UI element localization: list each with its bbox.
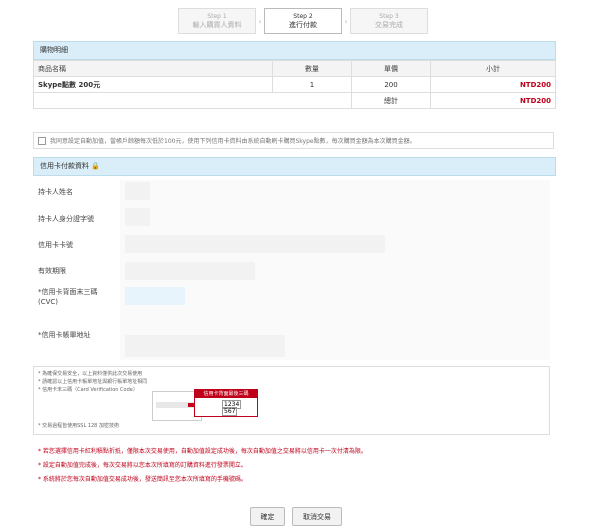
- product-qty: 1: [272, 76, 352, 93]
- card-number-input[interactable]: [125, 235, 385, 253]
- total-row: 總計 NTD200: [33, 92, 556, 109]
- column-header-qty: 數量: [272, 60, 352, 77]
- billing-address-input[interactable]: [125, 335, 285, 357]
- column-header-price: 單價: [351, 60, 431, 77]
- label-cvc: *信用卡背面末三碼: [38, 288, 98, 296]
- note-line: * 信用卡末三碼（Card Verification Code）: [38, 387, 138, 393]
- column-header-name: 商品名稱: [33, 60, 273, 77]
- step-indicator: Step 1 輸入購買人資料 › Step 2 進行付款 › Step 3 交易…: [178, 8, 428, 34]
- product-name: Skype點數 200元: [33, 76, 273, 93]
- cardholder-name-input[interactable]: [125, 182, 150, 200]
- cvc-digits-code: 567: [222, 407, 238, 416]
- note-line: * 交易過程皆使用SSL 128 加密技術: [38, 423, 119, 429]
- card-section-title-text: 信用卡付款資料: [40, 162, 89, 170]
- step-3-number: Step 3: [379, 13, 399, 20]
- card-section: 信用卡付款資料 🔒: [33, 157, 556, 176]
- card-section-title: 信用卡付款資料 🔒: [33, 157, 556, 176]
- cart-section: 購物明細 商品名稱 數量 單價 小計 Skype點數 200元 1 200 NT…: [33, 41, 556, 109]
- warning-line: * 設定自動加值完成後，每次交易將以您本次所填寫的訂購資料進行發票開立。: [38, 462, 247, 469]
- label-cardholder-id: 持卡人身分證字號: [38, 215, 94, 223]
- total-label: 總計: [351, 92, 431, 109]
- confirm-button[interactable]: 確定: [250, 507, 285, 526]
- product-price: 200: [351, 76, 431, 93]
- expiry-input[interactable]: [125, 262, 255, 280]
- product-subtotal: NTD200: [430, 76, 556, 93]
- consent-checkbox[interactable]: [38, 136, 46, 145]
- step-2-title: 進行付款: [289, 21, 317, 29]
- table-row: Skype點數 200元 1 200 NTD200: [33, 76, 556, 93]
- label-expiry: 有效期限: [38, 267, 66, 275]
- note-line: * 請確認以上信用卡帳單地址與銀行帳單地址相同: [38, 379, 148, 385]
- label-billing-address: *信用卡帳單地址: [38, 331, 91, 339]
- chevron-right-icon: ›: [344, 16, 348, 26]
- step-1-title: 輸入購買人資料: [192, 21, 242, 29]
- warning-line: * 若您選擇信用卡紅利積點折抵，僅限本次交易使用，自動加值設定成功後，每次自動加…: [38, 448, 367, 455]
- column-header-subtotal: 小計: [430, 60, 556, 77]
- cvc-callout-title: 信用卡背面最後三碼: [195, 390, 257, 398]
- step-1: Step 1 輸入購買人資料: [178, 8, 256, 34]
- cart-title: 購物明細: [33, 41, 556, 60]
- step-2: Step 2 進行付款: [264, 8, 342, 34]
- consent-text: 我同意設定自動加值，當帳戶餘額每次低於100元，使用下列信用卡資料由系統自動刷卡…: [50, 138, 416, 145]
- cvc-callout: 信用卡背面最後三碼 1234 567: [194, 389, 258, 417]
- lock-icon: 🔒: [91, 162, 100, 170]
- chevron-right-icon: ›: [258, 16, 262, 26]
- step-2-number: Step 2: [293, 13, 313, 20]
- step-3: Step 3 交易完成: [350, 8, 428, 34]
- step-3-title: 交易完成: [375, 21, 403, 29]
- cvc-input[interactable]: [125, 287, 185, 305]
- warning-line: * 系統將於您每次自動加值交易成功後，發送簡訊至您本次所填寫的手機號碼。: [38, 476, 247, 483]
- cvc-callout-digits: 1234 567: [222, 400, 257, 416]
- total-value: NTD200: [430, 92, 556, 109]
- label-cardholder-name: 持卡人姓名: [38, 188, 73, 196]
- notes-box: * 為確保交易安全，以上資料僅供此次交易使用 * 請確認以上信用卡帳單地址與銀行…: [33, 366, 550, 435]
- step-1-number: Step 1: [207, 13, 227, 20]
- label-card-number: 信用卡卡號: [38, 241, 73, 249]
- cart-table: 商品名稱 數量 單價 小計 Skype點數 200元 1 200 NTD200 …: [33, 60, 556, 109]
- cancel-transaction-button[interactable]: 取消交易: [292, 507, 342, 526]
- label-cvc-sub: (CVC): [38, 298, 59, 306]
- note-line: * 為確保交易安全，以上資料僅供此次交易使用: [38, 371, 143, 377]
- auto-topup-consent[interactable]: 我同意設定自動加值，當帳戶餘額每次低於100元，使用下列信用卡資料由系統自動刷卡…: [33, 132, 554, 149]
- table-header-row: 商品名稱 數量 單價 小計: [33, 60, 556, 77]
- cardholder-id-input[interactable]: [125, 208, 150, 226]
